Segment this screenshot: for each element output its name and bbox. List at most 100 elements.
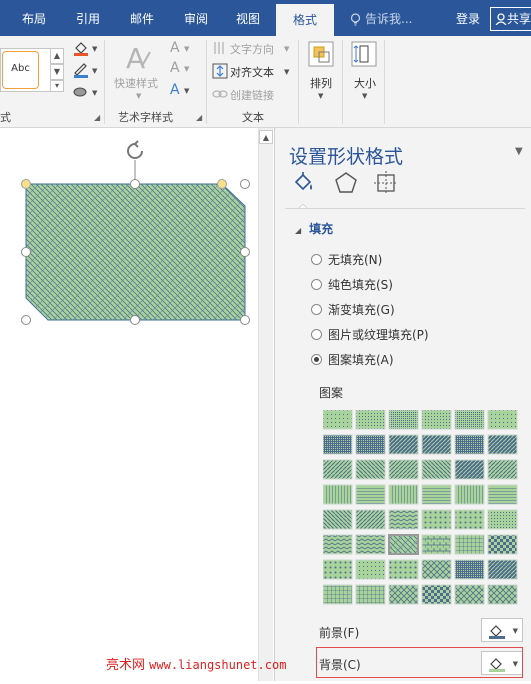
tab-layout[interactable]: 布局 <box>22 0 46 36</box>
tab-review[interactable]: 审阅 <box>184 0 208 36</box>
link-icon[interactable] <box>212 86 228 102</box>
pattern-swatch[interactable] <box>355 584 386 605</box>
resize-handle[interactable] <box>240 247 250 257</box>
pattern-swatch[interactable] <box>487 459 518 480</box>
pattern-swatch[interactable] <box>355 434 386 455</box>
pattern-swatch[interactable] <box>388 409 419 430</box>
text-direction-dropdown[interactable]: ▼ <box>284 45 289 53</box>
tell-me-box[interactable]: 告诉我... <box>350 10 412 27</box>
pattern-swatch[interactable] <box>487 409 518 430</box>
radio-gradient-fill[interactable]: 渐变填充(G) <box>311 301 395 317</box>
pattern-swatch[interactable] <box>421 509 452 530</box>
text-effects-dropdown[interactable]: ▼ <box>184 87 189 95</box>
pattern-swatch[interactable] <box>355 534 386 555</box>
pattern-swatch[interactable] <box>421 534 452 555</box>
pattern-swatch[interactable] <box>322 509 353 530</box>
pattern-swatch[interactable] <box>355 459 386 480</box>
resize-handle[interactable] <box>240 179 250 189</box>
pattern-swatch[interactable] <box>487 584 518 605</box>
text-direction-icon[interactable] <box>212 40 228 56</box>
radio-no-fill[interactable]: 无填充(N) <box>311 251 382 267</box>
text-fill-icon[interactable]: A <box>170 40 180 56</box>
pattern-swatch[interactable] <box>322 584 353 605</box>
adjust-handle[interactable] <box>21 179 31 189</box>
pattern-swatch[interactable] <box>322 459 353 480</box>
shape-outline-dropdown[interactable]: ▼ <box>92 67 97 75</box>
pattern-swatch[interactable] <box>421 409 452 430</box>
pattern-swatch[interactable] <box>355 509 386 530</box>
pattern-swatch[interactable] <box>487 534 518 555</box>
pattern-swatch[interactable] <box>454 534 485 555</box>
resize-handle[interactable] <box>21 247 31 257</box>
fill-line-icon[interactable] <box>291 170 317 196</box>
pattern-swatch[interactable] <box>454 484 485 505</box>
wordart-a-icon[interactable]: A <box>122 42 152 72</box>
radio-button-selected[interactable] <box>311 354 322 365</box>
pattern-swatch[interactable] <box>388 559 419 580</box>
radio-button[interactable] <box>311 254 322 265</box>
radio-pattern-fill[interactable]: 图案填充(A) <box>311 351 394 367</box>
text-outline-icon[interactable]: A <box>170 60 180 76</box>
quick-styles-button[interactable]: 快速样式 <box>114 75 158 91</box>
radio-solid-fill[interactable]: 纯色填充(S) <box>311 276 393 292</box>
pattern-swatch[interactable] <box>454 459 485 480</box>
resize-handle[interactable] <box>21 315 31 325</box>
text-fill-dropdown[interactable]: ▼ <box>184 45 189 53</box>
pattern-swatch[interactable] <box>388 584 419 605</box>
resize-handle[interactable] <box>240 315 250 325</box>
vertical-scrollbar[interactable]: ▲ <box>258 128 273 681</box>
login-link[interactable]: 登录 <box>456 10 480 27</box>
radio-button[interactable] <box>311 304 322 315</box>
pattern-swatch[interactable] <box>322 559 353 580</box>
text-direction-button[interactable]: 文字方向 <box>230 41 274 57</box>
pattern-swatch[interactable] <box>421 559 452 580</box>
resize-handle[interactable] <box>130 315 140 325</box>
pattern-swatch[interactable] <box>322 484 353 505</box>
gallery-more-arrow[interactable]: ▾ <box>50 80 64 92</box>
pattern-swatch[interactable] <box>487 484 518 505</box>
pattern-swatch[interactable] <box>355 409 386 430</box>
radio-picture-fill[interactable]: 图片或纹理填充(P) <box>311 326 429 342</box>
size-dropdown[interactable]: ▼ <box>362 92 367 100</box>
pattern-swatch[interactable] <box>421 434 452 455</box>
quick-styles-dropdown[interactable]: ▼ <box>136 92 141 100</box>
size-icon[interactable] <box>350 40 378 68</box>
pattern-swatch[interactable] <box>487 559 518 580</box>
shape-styles-launcher[interactable]: ◢ <box>94 113 100 122</box>
pattern-swatch[interactable] <box>454 509 485 530</box>
tab-mailings[interactable]: 邮件 <box>130 0 154 36</box>
shape-effects-dropdown[interactable]: ▼ <box>92 89 97 97</box>
tab-view[interactable]: 视图 <box>236 0 260 36</box>
arrange-button[interactable]: 排列 <box>310 75 332 91</box>
pattern-swatch[interactable] <box>421 459 452 480</box>
pattern-swatch[interactable] <box>454 559 485 580</box>
gallery-up-arrow[interactable]: ▲ <box>50 48 64 64</box>
pattern-swatch[interactable] <box>454 584 485 605</box>
align-text-icon[interactable] <box>212 63 228 79</box>
pattern-swatch[interactable] <box>355 484 386 505</box>
effects-pentagon-icon[interactable] <box>333 170 359 196</box>
pattern-swatch[interactable] <box>421 584 452 605</box>
fill-section-header[interactable]: ◢ 填充 <box>295 220 333 237</box>
pattern-swatch[interactable] <box>322 409 353 430</box>
resize-handle[interactable] <box>130 179 140 189</box>
pattern-swatch[interactable] <box>388 484 419 505</box>
size-button[interactable]: 大小 <box>354 75 376 91</box>
radio-button[interactable] <box>311 279 322 290</box>
pattern-swatch[interactable] <box>487 434 518 455</box>
radio-button[interactable] <box>311 329 322 340</box>
align-text-button[interactable]: 对齐文本 <box>230 64 274 80</box>
text-outline-dropdown[interactable]: ▼ <box>184 65 189 73</box>
pattern-swatch[interactable] <box>454 409 485 430</box>
layout-properties-icon[interactable] <box>373 170 399 196</box>
pattern-swatch-selected[interactable] <box>388 534 419 555</box>
foreground-color-button[interactable]: ▼ <box>481 618 523 642</box>
shape-style-sample[interactable]: Abc <box>2 51 39 89</box>
pattern-swatch[interactable] <box>355 559 386 580</box>
pattern-swatch[interactable] <box>388 434 419 455</box>
adjust-handle[interactable] <box>217 179 227 189</box>
pattern-swatch[interactable] <box>388 459 419 480</box>
text-effects-icon[interactable]: A <box>170 82 180 98</box>
wordart-launcher[interactable]: ◢ <box>196 113 202 122</box>
rotate-handle-icon[interactable] <box>124 140 146 162</box>
